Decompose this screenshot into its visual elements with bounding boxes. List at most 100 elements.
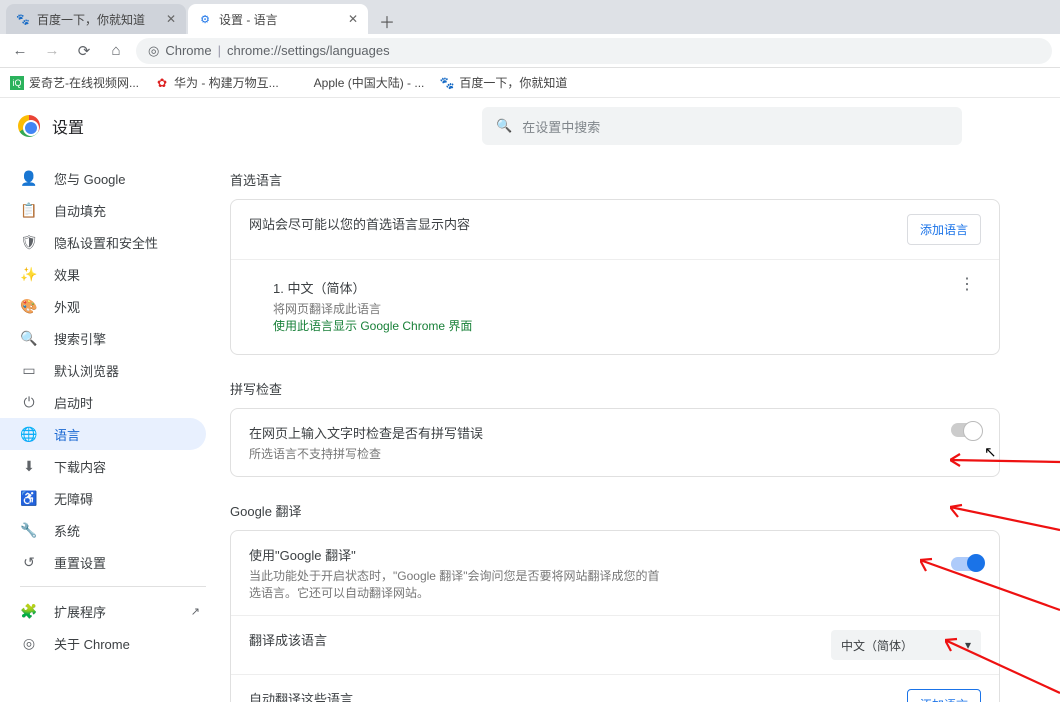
close-icon[interactable]: ✕ [166,12,176,26]
use-translate-desc: 当此功能处于开启状态时，"Google 翻译"会询问您是否要将网站翻译成您的首选… [249,567,669,601]
globe-icon: ◎ [148,43,159,59]
sidebar-item-label: 搜索引擎 [54,329,106,348]
spell-desc: 所选语言不支持拼写检查 [249,445,951,462]
target-lang-label: 翻译成该语言 [249,630,831,649]
sidebar-item-label: 默认浏览器 [54,361,119,380]
sidebar-item-您与 Google[interactable]: 👤您与 Google [0,162,206,194]
section-spell: 拼写检查 [230,379,1000,398]
sidebar-item-label: 效果 [54,265,80,284]
sidebar-item-默认浏览器[interactable]: ▭ 默认浏览器 [0,354,206,386]
sidebar-icon: 🎨 [20,298,38,315]
sidebar-item-无障碍[interactable]: ♿ 无障碍 [0,482,206,514]
preferred-hint: 网站会尽可能以您的首选语言显示内容 [249,214,907,233]
huawei-icon: ✿ [155,76,169,90]
section-translate: Google 翻译 [230,501,1000,520]
settings-header: 设置 🔍 在设置中搜索 [0,98,1060,154]
sidebar-item-外观[interactable]: 🎨 外观 [0,290,206,322]
tab-strip: 🐾 百度一下，你就知道 ✕ ⚙ 设置 - 语言 ✕ ＋ [0,0,1060,34]
sidebar-item-label: 扩展程序 [54,602,106,621]
sidebar-icon: ♿ [20,490,38,507]
url-scheme: Chrome [165,43,211,58]
tab-title: 百度一下，你就知道 [37,11,145,28]
sidebar-item-重置设置[interactable]: ↺ 重置设置 [0,546,206,578]
sidebar-icon: ✨ [20,266,38,283]
sidebar-item-label: 外观 [54,297,80,316]
preferred-card: 网站会尽可能以您的首选语言显示内容 添加语言 1. 中文（简体） 将网页翻译成此… [230,199,1000,355]
sidebar-icon: 🔧 [20,522,38,539]
sidebar-item-下载内容[interactable]: ⬇ 下载内容 [0,450,206,482]
baidu-icon: 🐾 [440,76,454,90]
sidebar-item-label: 您与 Google [54,169,126,188]
tab-0[interactable]: 🐾 百度一下，你就知道 ✕ [6,4,186,34]
target-lang-select[interactable]: 中文（简体） ▾ [831,630,981,660]
spell-title: 在网页上输入文字时检查是否有拼写错误 [249,423,951,442]
main-content: 首选语言 网站会尽可能以您的首选语言显示内容 添加语言 1. 中文（简体） 将网… [230,98,1060,702]
add-language-button[interactable]: 添加语言 [907,214,981,245]
sidebar-item-label: 启动时 [54,393,93,412]
sidebar-item-搜索引擎[interactable]: 🔍搜索引擎 [0,322,206,354]
bookmark-3[interactable]: 🐾 百度一下，你就知道 [440,74,567,91]
sidebar-item-语言[interactable]: 🌐语言 [0,418,206,450]
use-translate-title: 使用"Google 翻译" [249,545,951,564]
sidebar-item-自动填充[interactable]: 📋自动填充 [0,194,206,226]
auto-add-language-button[interactable]: 添加语言 [907,689,981,702]
sidebar-item-效果[interactable]: ✨ 效果 [0,258,206,290]
address-bar: ← → ⟳ ⌂ ◎ Chrome | chrome://settings/lan… [0,34,1060,68]
section-preferred: 首选语言 [230,170,1000,189]
sidebar-icon: ⬇ [20,458,38,475]
sidebar-item-label: 重置设置 [54,553,106,572]
url-text: chrome://settings/languages [227,43,390,58]
sidebar-sep [20,586,206,587]
sidebar-icon: 🧩 [20,603,38,620]
iqiyi-icon: iQ [10,76,24,90]
url-box[interactable]: ◎ Chrome | chrome://settings/languages [136,38,1052,64]
forward-button: → [40,39,64,63]
sidebar-item-隐私设置和安全性[interactable]: 🛡隐私设置和安全性 [0,226,206,258]
reload-button[interactable]: ⟳ [72,39,96,63]
bookmark-1[interactable]: ✿华为 - 构建万物互... [155,74,279,91]
sidebar-item-label: 无障碍 [54,489,93,508]
close-icon[interactable]: ✕ [348,12,358,26]
settings-search[interactable]: 🔍 在设置中搜索 [482,107,962,145]
sidebar-item-label: 系统 [54,521,80,540]
home-button[interactable]: ⌂ [104,39,128,63]
search-placeholder: 在设置中搜索 [522,117,600,136]
bookmark-0[interactable]: iQ 爱奇艺-在线视频网... [10,74,139,91]
tab-1-active[interactable]: ⚙ 设置 - 语言 ✕ [188,4,368,34]
bookmark-label: 爱奇艺-在线视频网... [29,74,139,91]
gear-icon: ⚙ [198,12,212,26]
lang-item-title: 1. 中文（简体） [273,278,953,297]
bookmarks-bar: iQ 爱奇艺-在线视频网... ✿华为 - 构建万物互... Apple (中国大… [0,68,1060,98]
sidebar-item-label: 下载内容 [54,457,106,476]
chrome-logo-icon [18,115,40,137]
sidebar-icon: ◎ [20,635,38,652]
sidebar-item-启动时[interactable]: ⏻ 启动时 [0,386,206,418]
more-icon[interactable]: ⋮ [953,274,981,294]
sidebar-icon: 🌐 [20,426,38,443]
back-button[interactable]: ← [8,39,32,63]
lang-item-ui: 使用此语言显示 Google Chrome 界面 [273,317,953,334]
search-icon: 🔍 [496,118,512,134]
sidebar: 👤您与 Google📋自动填充🛡隐私设置和安全性 ✨ 效果 🎨 外观 🔍搜索引擎 ▭ 默认浏览… [0,98,230,702]
translate-card: 使用"Google 翻译" 当此功能处于开启状态时，"Google 翻译"会询问… [230,530,1000,702]
sidebar-item-关于 Chrome[interactable]: ◎关于 Chrome [0,627,206,659]
sidebar-item-扩展程序[interactable]: 🧩 扩展程序 ↗ [0,595,206,627]
sidebar-icon: 🛡 [20,234,38,251]
new-tab-button[interactable]: ＋ [374,8,400,34]
sidebar-icon: ↺ [20,554,38,571]
spell-toggle [951,423,981,437]
bookmark-2[interactable]: Apple (中国大陆) - ... [295,74,425,91]
external-icon: ↗ [191,605,200,618]
sidebar-item-系统[interactable]: 🔧 系统 [0,514,206,546]
sidebar-icon: ▭ [20,362,38,379]
tab-title: 设置 - 语言 [219,11,278,28]
spell-card: 在网页上输入文字时检查是否有拼写错误 所选语言不支持拼写检查 [230,408,1000,477]
lang-item-sub: 将网页翻译成此语言 [273,300,953,317]
url-sep: | [218,43,221,58]
sidebar-icon: ⏻ [20,394,38,411]
use-translate-toggle[interactable] [951,557,981,571]
chevron-down-icon: ▾ [965,638,971,652]
mouse-cursor: ↖ [984,443,997,461]
sidebar-icon: 📋 [20,202,38,219]
bookmark-label: 百度一下，你就知道 [459,74,567,91]
